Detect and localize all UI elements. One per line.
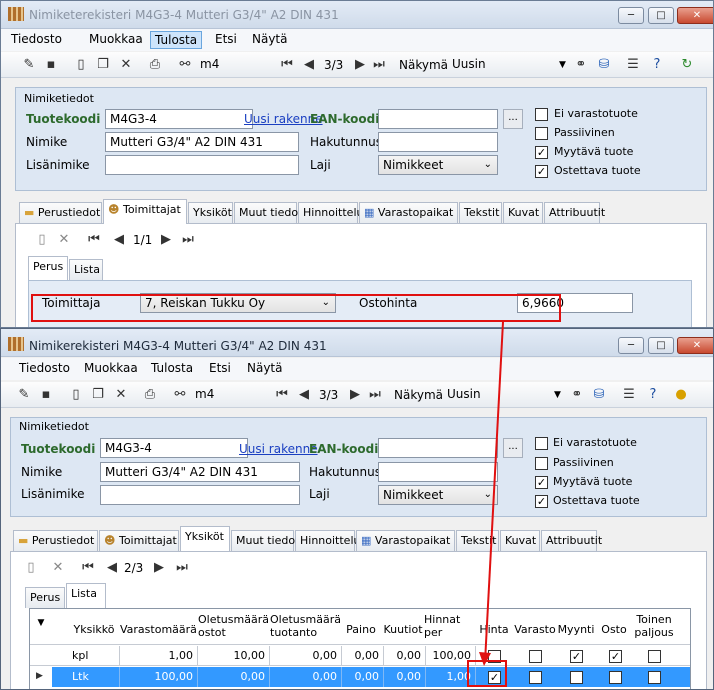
tab-yksikot[interactable]: Yksiköt: [180, 526, 230, 551]
subtab-lista[interactable]: Lista: [66, 583, 106, 608]
arrowhead-icon: [479, 652, 491, 666]
arrow-line: [484, 321, 504, 663]
subtab-perus[interactable]: Perus: [28, 256, 68, 280]
tab-label: Toimittajat: [122, 203, 181, 216]
person-icon: ☻: [108, 203, 120, 216]
tab-toimittajat[interactable]: ☻ Toimittajat: [103, 199, 187, 224]
annotation-arrow: [479, 321, 504, 666]
row-pointer-icon-front: ▶: [36, 671, 43, 681]
subtab-label: Lista: [71, 587, 97, 600]
tab-label: Yksiköt: [185, 530, 224, 543]
subtab-label: Perus: [33, 260, 64, 273]
